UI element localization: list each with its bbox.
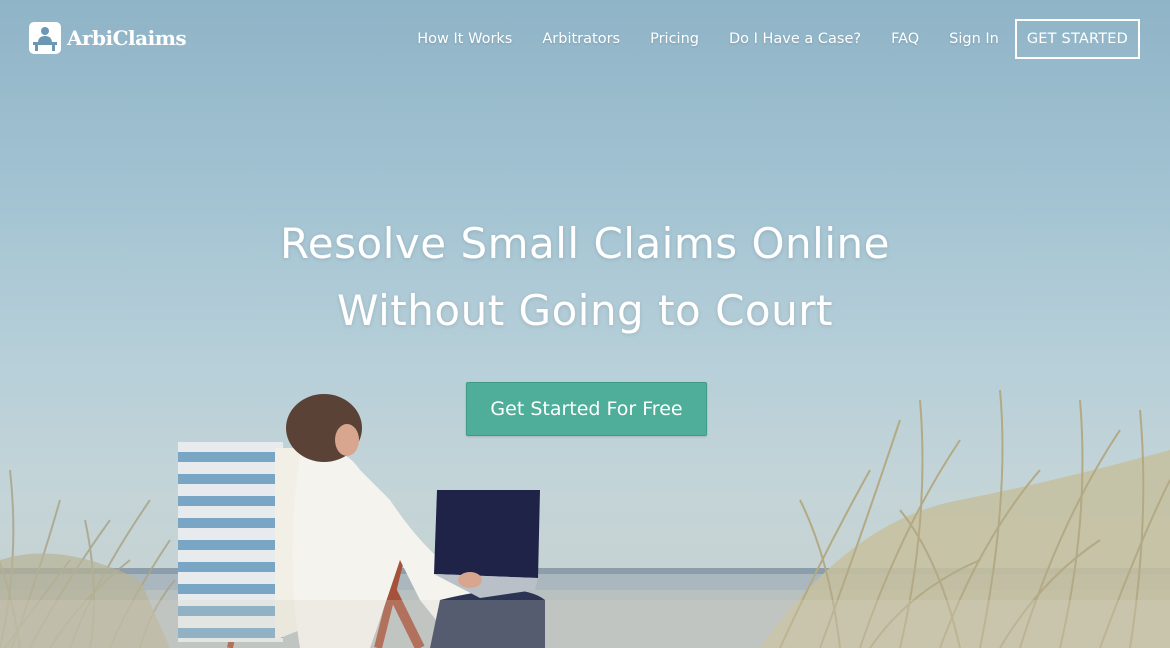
get-started-free-button[interactable]: Get Started For Free [466, 382, 707, 436]
hero-headline: Resolve Small Claims Online Without Goin… [0, 210, 1170, 344]
brand-logo[interactable]: ArbiClaims [28, 21, 187, 55]
person-at-desk-icon [29, 22, 61, 54]
nav-how-it-works[interactable]: How It Works [417, 31, 512, 47]
hero-headline-line-2: Without Going to Court [337, 286, 833, 335]
nav-pricing[interactable]: Pricing [650, 31, 699, 47]
brand-name: ArbiClaims [67, 26, 187, 50]
nav-arbitrators[interactable]: Arbitrators [542, 31, 620, 47]
nav-do-i-have-a-case[interactable]: Do I Have a Case? [729, 31, 861, 47]
hero-section: ArbiClaims How It Works Arbitrators Pric… [0, 0, 1170, 648]
get-started-nav-button[interactable]: GET STARTED [1014, 19, 1140, 59]
nav-sign-in[interactable]: Sign In [949, 31, 999, 47]
top-navigation: How It Works Arbitrators Pricing Do I Ha… [387, 19, 1140, 59]
hero-headline-line-1: Resolve Small Claims Online [280, 219, 890, 268]
nav-faq[interactable]: FAQ [891, 31, 919, 47]
